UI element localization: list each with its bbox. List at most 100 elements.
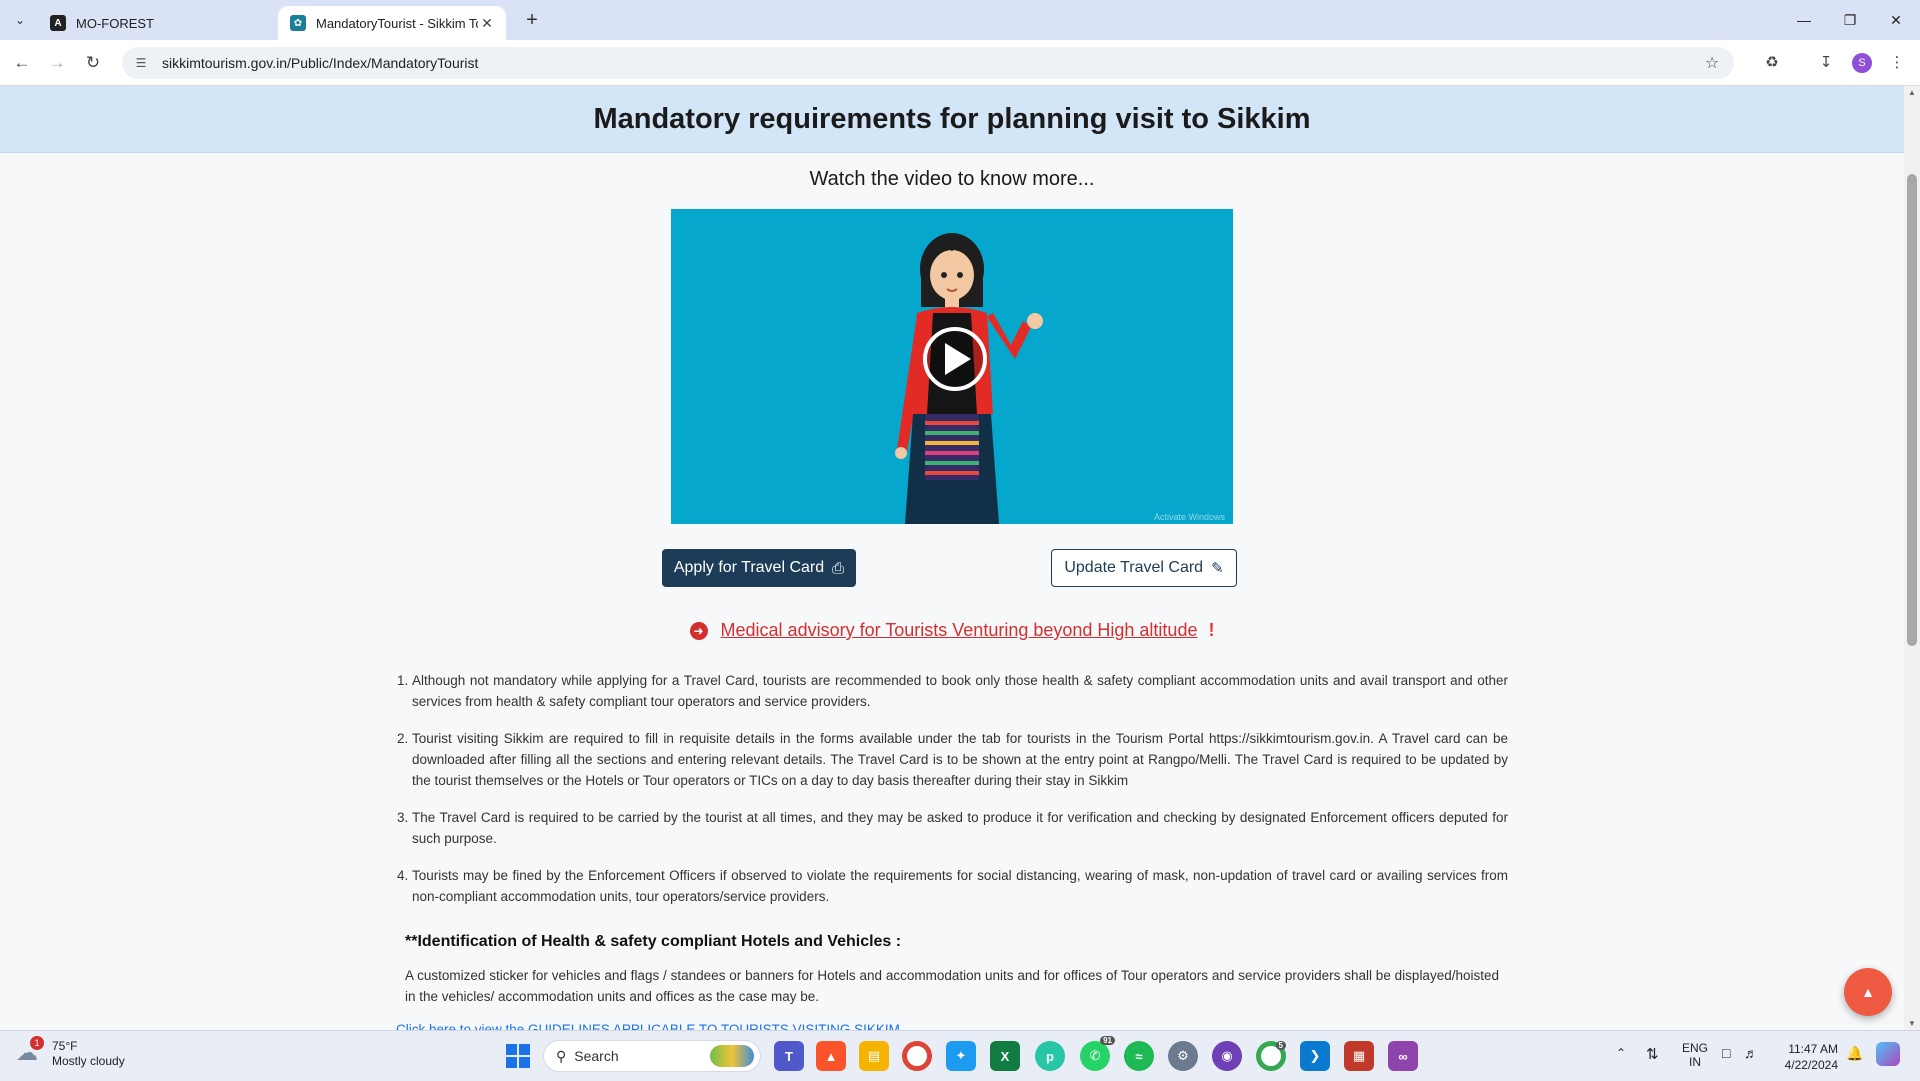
forward-arrow-icon[interactable]: → bbox=[45, 51, 69, 75]
scroll-down-icon[interactable]: ▼ bbox=[1904, 1019, 1920, 1028]
edit-icon: ✎ bbox=[1211, 560, 1224, 577]
page-title: Mandatory requirements for planning visi… bbox=[593, 102, 1311, 135]
notification-bell-icon[interactable]: 🔔 bbox=[1846, 1045, 1863, 1062]
guidelines-link[interactable]: Click here to view the GUIDELINES APPLIC… bbox=[396, 1022, 900, 1030]
medical-advisory: ➜ Medical advisory for Tourists Venturin… bbox=[0, 620, 1904, 641]
whatsapp-icon[interactable]: ✆ 91 bbox=[1080, 1036, 1115, 1071]
new-tab-plus-icon[interactable]: + bbox=[520, 8, 544, 32]
intro-video-player[interactable]: Activate Windows bbox=[671, 209, 1233, 524]
tab-strip: ⌄ A MO-FOREST ✕ ✿ MandatoryTourist - Sik… bbox=[0, 0, 1920, 40]
search-placeholder: Search bbox=[574, 1048, 619, 1064]
tab-mandatory-tourist[interactable]: ✿ MandatoryTourist - Sikkim Tou ✕ bbox=[278, 6, 506, 40]
list-item: Tourists may be fined by the Enforcement… bbox=[412, 865, 1508, 907]
rule-text: Tourist visiting Sikkim are required to … bbox=[412, 731, 1508, 788]
video-watermark: Activate Windows bbox=[1153, 512, 1225, 522]
region-code: IN bbox=[1689, 1055, 1701, 1069]
clock-time: 11:47 AM bbox=[1788, 1042, 1838, 1056]
weather-temp: 75°F bbox=[52, 1039, 78, 1053]
reload-icon[interactable]: ↻ bbox=[81, 51, 105, 75]
tab-mo-forest[interactable]: A MO-FOREST ✕ bbox=[38, 6, 306, 40]
chrome-count: 5 bbox=[1275, 1041, 1286, 1050]
identification-text: A customized sticker for vehicles and fl… bbox=[405, 968, 1499, 1004]
video-prompt: Watch the video to know more... bbox=[809, 168, 1095, 190]
teams-icon[interactable]: T bbox=[774, 1041, 804, 1071]
bookmark-star-icon[interactable]: ☆ bbox=[1702, 53, 1722, 73]
apply-travel-card-button[interactable]: Apply for Travel Card ⎙ bbox=[662, 549, 856, 587]
browser-toolbar: ← → ↻ ☰ sikkimtourism.gov.in/Public/Inde… bbox=[0, 40, 1920, 86]
arrow-circle-right-icon: ➜ bbox=[689, 622, 708, 641]
visual-studio-icon[interactable]: ∞ bbox=[1388, 1041, 1418, 1071]
tray-chevron-icon[interactable]: ⌃ bbox=[1616, 1046, 1626, 1060]
list-item: The Travel Card is required to be carrie… bbox=[412, 807, 1508, 849]
weather-widget[interactable]: ☁ 1 75°F Mostly cloudy bbox=[16, 1036, 125, 1069]
back-arrow-icon[interactable]: ← bbox=[10, 51, 34, 75]
update-travel-card-label: Update Travel Card bbox=[1064, 559, 1204, 576]
url-text[interactable]: sikkimtourism.gov.in/Public/Index/Mandat… bbox=[162, 55, 1702, 71]
download-icon[interactable]: ↧ bbox=[1814, 51, 1838, 75]
windows-taskbar: ☁ 1 75°F Mostly cloudy ⚲ Search T ▲ ▤ ✦ … bbox=[0, 1030, 1920, 1081]
weather-badge: 1 bbox=[30, 1036, 44, 1050]
excel-icon[interactable]: X bbox=[990, 1041, 1020, 1071]
chrome-icon[interactable] bbox=[902, 1041, 932, 1071]
github-icon[interactable]: ◉ bbox=[1212, 1041, 1242, 1071]
windows-start-icon[interactable] bbox=[506, 1044, 530, 1068]
window-close-icon[interactable]: ✕ bbox=[1876, 8, 1916, 32]
tab-close-icon[interactable]: ✕ bbox=[478, 15, 496, 32]
page-viewport: Mandatory requirements for planning visi… bbox=[0, 86, 1904, 1030]
tab-search-chevron-icon[interactable]: ⌄ bbox=[8, 8, 32, 32]
clock-date: 4/22/2024 bbox=[1784, 1058, 1838, 1072]
weather-text: 75°F Mostly cloudy bbox=[52, 1039, 125, 1069]
update-travel-card-button[interactable]: Update Travel Card ✎ bbox=[1051, 549, 1237, 587]
extensions-puzzle-icon[interactable]: ♻ bbox=[1760, 51, 1784, 75]
vscode-icon[interactable]: ❯ bbox=[1300, 1041, 1330, 1071]
restore-icon[interactable]: ❐ bbox=[1830, 8, 1870, 32]
language-code: ENG bbox=[1682, 1041, 1709, 1055]
page-header: Mandatory requirements for planning visi… bbox=[0, 86, 1904, 153]
scroll-to-top-button[interactable]: ▲ bbox=[1844, 968, 1892, 1016]
identification-heading: **Identification of Health & safety comp… bbox=[405, 933, 902, 950]
whatsapp-count: 91 bbox=[1100, 1036, 1115, 1045]
volume-icon[interactable]: ♬ bbox=[1744, 1045, 1758, 1061]
print-icon: ⎙ bbox=[832, 559, 845, 577]
brave-icon[interactable]: ▲ bbox=[816, 1041, 846, 1071]
cloud-icon: ☁ 1 bbox=[16, 1036, 44, 1068]
phone-link-icon[interactable]: p bbox=[1035, 1041, 1065, 1071]
tab-title: MO-FOREST bbox=[76, 15, 154, 31]
rule-text: Although not mandatory while applying fo… bbox=[412, 673, 1508, 709]
rule-text: The Travel Card is required to be carrie… bbox=[412, 810, 1508, 846]
weather-desc: Mostly cloudy bbox=[52, 1054, 125, 1068]
winrar-icon[interactable]: ▦ bbox=[1344, 1041, 1374, 1071]
menu-kebab-icon[interactable]: ⋮ bbox=[1885, 51, 1909, 75]
network-icon[interactable]: □ bbox=[1722, 1045, 1730, 1061]
settings-gear-icon[interactable]: ⚙ bbox=[1168, 1041, 1198, 1071]
search-icon: ⚲ bbox=[556, 1047, 567, 1064]
language-indicator[interactable]: ENG IN bbox=[1682, 1041, 1708, 1069]
sikkim-favicon-icon: ✿ bbox=[290, 15, 306, 31]
page-scrollbar[interactable]: ▲ ▼ bbox=[1904, 86, 1920, 1030]
scrollbar-thumb[interactable] bbox=[1907, 174, 1917, 646]
scroll-up-icon[interactable]: ▲ bbox=[1904, 88, 1920, 97]
exclamation-icon: ! bbox=[1208, 620, 1215, 640]
profile-avatar[interactable]: S bbox=[1852, 53, 1872, 73]
site-info-icon[interactable]: ☰ bbox=[132, 56, 150, 70]
search-highlight-icon bbox=[710, 1045, 754, 1067]
medical-advisory-link[interactable]: Medical advisory for Tourists Venturing … bbox=[721, 620, 1198, 640]
list-item: Although not mandatory while applying fo… bbox=[412, 670, 1508, 712]
requirements-list: Although not mandatory while applying fo… bbox=[396, 670, 1508, 923]
chrome-profile-icon[interactable]: 5 bbox=[1256, 1041, 1286, 1071]
angular-favicon-icon: A bbox=[50, 15, 66, 31]
rule-text: Tourists may be fined by the Enforcement… bbox=[412, 868, 1508, 904]
copilot-icon[interactable] bbox=[1876, 1042, 1900, 1066]
minimize-icon[interactable]: — bbox=[1784, 8, 1824, 32]
sync-icon[interactable]: ⇅ bbox=[1646, 1045, 1659, 1063]
list-item: Tourist visiting Sikkim are required to … bbox=[412, 728, 1508, 791]
address-bar[interactable]: ☰ sikkimtourism.gov.in/Public/Index/Mand… bbox=[122, 47, 1734, 79]
video-thumbnail-illustration bbox=[895, 233, 1043, 524]
file-explorer-icon[interactable]: ▤ bbox=[859, 1041, 889, 1071]
tab-title: MandatoryTourist - Sikkim Tou bbox=[316, 15, 478, 31]
spotify-icon[interactable]: ≈ bbox=[1124, 1041, 1154, 1071]
taskbar-search[interactable]: ⚲ Search bbox=[543, 1040, 761, 1072]
apply-travel-card-label: Apply for Travel Card bbox=[673, 559, 825, 576]
twitter-icon[interactable]: ✦ bbox=[946, 1041, 976, 1071]
system-clock[interactable]: 11:47 AM 4/22/2024 bbox=[1776, 1041, 1838, 1073]
